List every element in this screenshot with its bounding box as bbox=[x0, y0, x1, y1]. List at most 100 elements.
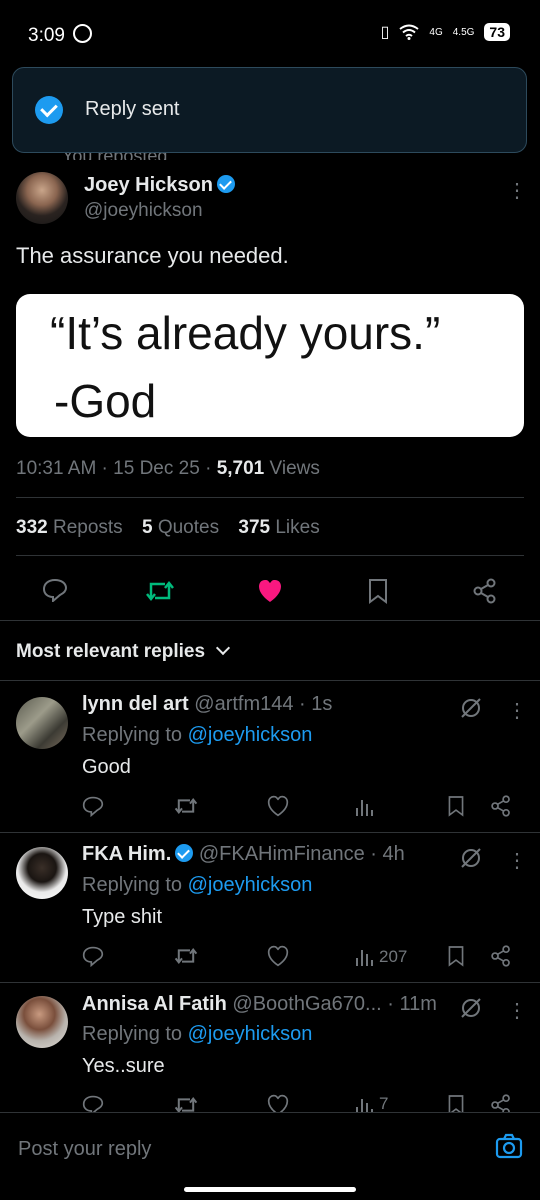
views-count: 207 bbox=[379, 947, 408, 966]
reposts-stat[interactable]: 332 Reposts bbox=[16, 517, 123, 538]
status-time: 3:09 bbox=[28, 24, 93, 47]
views-label: Views bbox=[269, 458, 320, 479]
repost-icon[interactable] bbox=[174, 945, 198, 967]
chevron-down-icon bbox=[216, 640, 231, 656]
views-icon[interactable] bbox=[355, 795, 375, 817]
replying-to: Replying to @joeyhickson bbox=[82, 724, 313, 746]
home-indicator[interactable] bbox=[184, 1187, 356, 1192]
reply-icon[interactable] bbox=[82, 1094, 104, 1112]
vibrate-icon: ▯ bbox=[380, 24, 390, 41]
views-count: 5,701 bbox=[216, 458, 265, 479]
sort-replies-dropdown[interactable]: Most relevant replies bbox=[16, 640, 231, 663]
views-button[interactable]: 207 bbox=[355, 945, 407, 967]
repost-icon[interactable] bbox=[145, 578, 175, 604]
sort-label: Most relevant replies bbox=[16, 641, 206, 662]
more-options-icon[interactable]: ⋮ bbox=[507, 1001, 527, 1021]
mention-link[interactable]: @joeyhickson bbox=[188, 724, 313, 746]
battery-indicator: 73 bbox=[484, 23, 510, 41]
bookmark-icon[interactable] bbox=[447, 945, 465, 967]
reply-avatar[interactable] bbox=[16, 996, 68, 1048]
reply-text: Type shit bbox=[82, 906, 163, 928]
reply-input[interactable] bbox=[16, 1131, 460, 1167]
whatsapp-icon bbox=[73, 24, 93, 43]
grok-icon[interactable] bbox=[459, 996, 483, 1020]
verified-badge-icon bbox=[175, 844, 194, 862]
bookmark-icon[interactable] bbox=[447, 1094, 465, 1112]
reply-author[interactable]: Annisa Al Fatih bbox=[82, 993, 227, 1015]
replying-to: Replying to @joeyhickson bbox=[82, 874, 313, 896]
camera-icon[interactable] bbox=[495, 1133, 523, 1159]
like-icon[interactable] bbox=[266, 795, 290, 817]
status-icons: ▯ 4G 4.5G 73 bbox=[381, 22, 510, 42]
toast-text: Reply sent bbox=[85, 98, 180, 120]
author-handle[interactable]: @joeyhickson bbox=[84, 200, 203, 222]
reply-header: lynn del art @artfm144 · 1s bbox=[82, 693, 333, 715]
tweet-date: 15 Dec 25 bbox=[113, 458, 200, 479]
reply-handle[interactable]: @FKAHimFinance bbox=[199, 843, 365, 865]
reply-actions: 7 bbox=[0, 1094, 540, 1112]
tweet-time: 10:31 AM bbox=[16, 458, 97, 479]
more-options-icon[interactable]: ⋮ bbox=[507, 181, 527, 201]
divider bbox=[16, 555, 524, 556]
image-text-line1: “It’s already yours.” bbox=[50, 307, 441, 359]
reply-actions bbox=[0, 795, 540, 819]
reply-text: Good bbox=[82, 756, 131, 778]
reply-icon[interactable] bbox=[82, 795, 104, 817]
author-avatar[interactable] bbox=[16, 172, 68, 224]
repost-icon[interactable] bbox=[174, 795, 198, 817]
reply-composer bbox=[0, 1112, 540, 1183]
author-name[interactable]: Joey Hickson bbox=[84, 174, 213, 196]
share-icon[interactable] bbox=[490, 945, 512, 967]
share-icon[interactable] bbox=[472, 578, 498, 604]
reply-avatar[interactable] bbox=[16, 847, 68, 899]
share-icon[interactable] bbox=[490, 795, 512, 817]
views-count: 7 bbox=[379, 1094, 389, 1112]
wifi-icon bbox=[399, 24, 420, 40]
views-button[interactable]: 7 bbox=[355, 1094, 388, 1112]
author-name-row[interactable]: Joey Hickson bbox=[84, 174, 235, 197]
share-icon[interactable] bbox=[490, 1094, 512, 1112]
like-icon[interactable] bbox=[266, 1094, 290, 1112]
divider bbox=[0, 680, 540, 681]
reply-time: 11m bbox=[399, 993, 437, 1015]
divider bbox=[0, 620, 540, 621]
reply-handle[interactable]: @BoothGa670... bbox=[232, 993, 381, 1015]
reply-icon[interactable] bbox=[42, 578, 68, 602]
reply-time: 4h bbox=[382, 843, 405, 865]
reply-avatar[interactable] bbox=[16, 697, 68, 749]
divider bbox=[16, 497, 524, 498]
status-bar: 3:09 ▯ 4G 4.5G 73 bbox=[0, 0, 540, 64]
quotes-stat[interactable]: 5 Quotes bbox=[142, 517, 219, 538]
repost-icon[interactable] bbox=[174, 1094, 198, 1112]
divider bbox=[0, 982, 540, 983]
grok-icon[interactable] bbox=[459, 696, 483, 720]
clock: 3:09 bbox=[28, 25, 65, 46]
bookmark-icon[interactable] bbox=[447, 795, 465, 817]
more-options-icon[interactable]: ⋮ bbox=[507, 851, 527, 871]
mention-link[interactable]: @joeyhickson bbox=[188, 874, 313, 896]
reply-actions: 207 bbox=[0, 945, 540, 969]
toast: Reply sent bbox=[12, 67, 527, 153]
tweet-text: The assurance you needed. bbox=[16, 243, 289, 268]
tweet-meta: 10:31 AM · 15 Dec 25 · 5,701 Views bbox=[16, 458, 320, 479]
image-text-line2: -God bbox=[54, 375, 157, 427]
verified-badge-icon bbox=[216, 175, 235, 193]
grok-icon[interactable] bbox=[459, 846, 483, 870]
like-icon[interactable] bbox=[256, 578, 284, 604]
mention-link[interactable]: @joeyhickson bbox=[188, 1023, 313, 1045]
reply-text: Yes..sure bbox=[82, 1055, 165, 1077]
reply-handle[interactable]: @artfm144 bbox=[194, 693, 293, 715]
likes-stat[interactable]: 375 Likes bbox=[238, 517, 319, 538]
views-icon bbox=[356, 1099, 373, 1112]
more-options-icon[interactable]: ⋮ bbox=[507, 701, 527, 721]
reply-icon[interactable] bbox=[82, 945, 104, 967]
replying-to: Replying to @joeyhickson bbox=[82, 1023, 313, 1045]
reply-header: Annisa Al Fatih @BoothGa670... · 11m bbox=[82, 993, 437, 1015]
like-icon[interactable] bbox=[266, 945, 290, 967]
reply-author[interactable]: FKA Him. bbox=[82, 843, 171, 865]
reply-author[interactable]: lynn del art bbox=[82, 693, 189, 715]
tweet-image[interactable]: “It’s already yours.” -God bbox=[16, 294, 524, 437]
bookmark-icon[interactable] bbox=[367, 578, 389, 604]
reply-time: 1s bbox=[311, 693, 333, 715]
reply-header: FKA Him. @FKAHimFinance · 4h bbox=[82, 843, 405, 865]
